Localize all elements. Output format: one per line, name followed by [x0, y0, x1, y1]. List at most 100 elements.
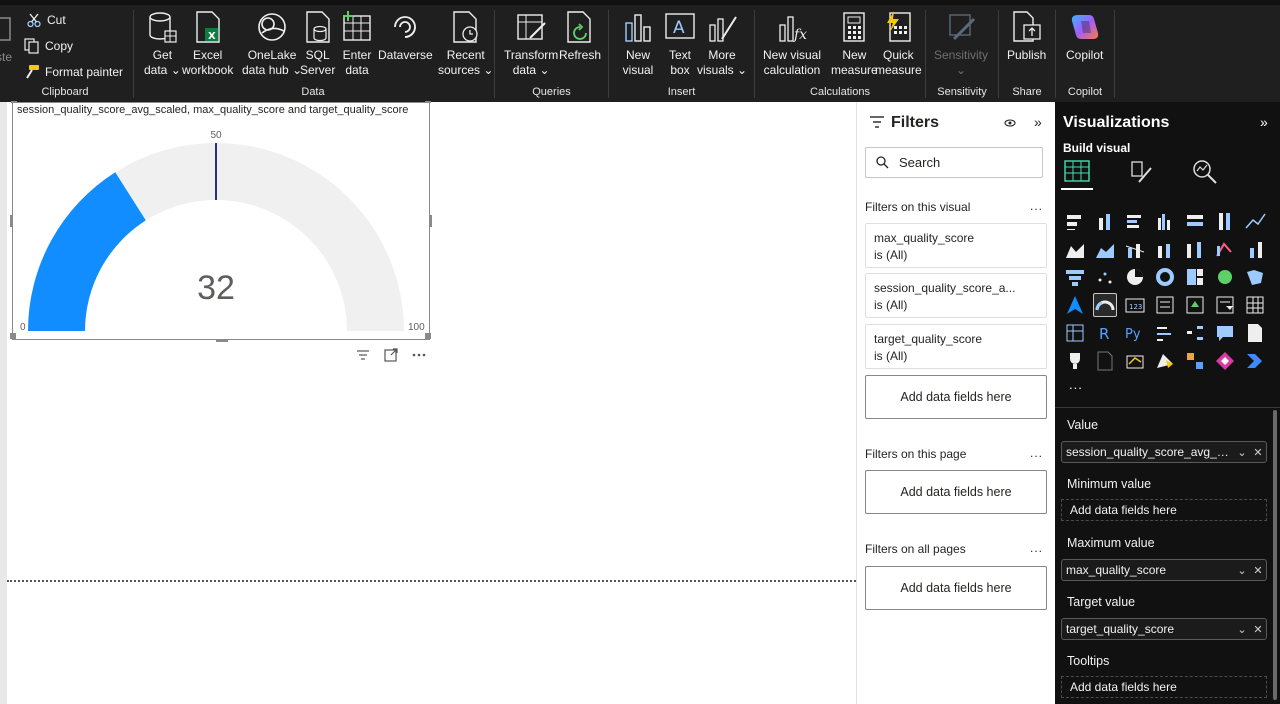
resize-handle[interactable] — [10, 333, 16, 339]
r-visual-icon[interactable]: R — [1093, 321, 1117, 345]
filters-on-page-more[interactable]: ... — [1030, 446, 1043, 460]
decomposition-tree-icon[interactable] — [1183, 321, 1207, 345]
resize-handle[interactable] — [429, 215, 432, 227]
resize-handle[interactable] — [425, 333, 431, 339]
enter-data-button[interactable]: Enter data — [340, 10, 374, 78]
trophy-icon[interactable] — [1063, 349, 1087, 373]
close-icon[interactable]: ✕ — [1250, 623, 1266, 636]
paginated-report-icon[interactable] — [1093, 349, 1117, 373]
more-visuals-button[interactable]: More visuals ⌄ — [697, 10, 747, 78]
multi-row-card-icon[interactable] — [1153, 293, 1177, 317]
paste-button[interactable]: ste — [0, 12, 14, 65]
maximum-value-well-field[interactable]: max_quality_score ⌄ ✕ — [1061, 559, 1267, 581]
copilot-button[interactable]: Copilot — [1066, 10, 1103, 63]
key-influencers-icon[interactable] — [1153, 321, 1177, 345]
resize-handle[interactable] — [216, 339, 228, 342]
filter-card-target-quality-score[interactable]: target_quality_score is (All) — [865, 324, 1047, 369]
map-icon[interactable] — [1213, 265, 1237, 289]
power-apps-icon[interactable] — [1153, 349, 1177, 373]
filter-icon[interactable] — [356, 348, 370, 362]
refresh-button[interactable]: Refresh — [559, 10, 601, 63]
cut-button[interactable]: Cut — [26, 12, 66, 28]
line-chart-icon[interactable] — [1243, 209, 1267, 233]
format-visual-tab[interactable] — [1125, 158, 1157, 190]
collapse-pane-icon[interactable]: » — [1034, 114, 1042, 130]
minimum-value-drop-zone[interactable]: Add data fields here — [1061, 499, 1267, 521]
visual-filters-drop-zone[interactable]: Add data fields here — [865, 375, 1047, 419]
card-icon[interactable]: 123 — [1123, 293, 1147, 317]
new-visual-button[interactable]: New visual — [621, 10, 655, 78]
dataverse-button[interactable]: Dataverse — [378, 10, 433, 63]
resize-handle[interactable] — [10, 215, 13, 227]
copy-button[interactable]: Copy — [24, 38, 73, 54]
quick-measure-button[interactable]: Quick measure — [875, 10, 922, 78]
filled-map-icon[interactable] — [1243, 265, 1267, 289]
area-chart-icon[interactable] — [1063, 237, 1087, 261]
filters-search-input[interactable]: Search — [865, 147, 1043, 178]
build-visual-tab[interactable] — [1061, 158, 1093, 190]
sensitivity-button[interactable]: Sensitivity ⌄ — [934, 10, 988, 78]
all-pages-filters-drop-zone[interactable]: Add data fields here — [865, 566, 1047, 610]
matrix-icon[interactable] — [1063, 321, 1087, 345]
publish-button[interactable]: Publish — [1007, 10, 1046, 63]
new-visual-calculation-button[interactable]: fx New visual calculation — [763, 10, 821, 78]
donut-icon[interactable] — [1153, 265, 1177, 289]
filters-on-all-pages-more[interactable]: ... — [1030, 541, 1043, 555]
clustered-column-icon[interactable] — [1153, 209, 1177, 233]
table-icon[interactable] — [1243, 293, 1267, 317]
azure-map-icon[interactable] — [1063, 293, 1087, 317]
page-filters-drop-zone[interactable]: Add data fields here — [865, 470, 1047, 514]
close-icon[interactable]: ✕ — [1250, 446, 1266, 459]
100-bar-icon[interactable] — [1183, 209, 1207, 233]
stacked-column-icon[interactable] — [1093, 209, 1117, 233]
waterfall-icon[interactable] — [1213, 237, 1237, 261]
resize-handle[interactable] — [11, 101, 17, 103]
line-column-icon[interactable] — [1123, 237, 1147, 261]
stacked-area-icon[interactable] — [1093, 237, 1117, 261]
recent-sources-button[interactable]: Recent sources ⌄ — [438, 10, 493, 78]
collapse-pane-icon[interactable]: » — [1260, 114, 1268, 130]
chevron-down-icon[interactable]: ⌄ — [1234, 446, 1250, 459]
pie-icon[interactable] — [1123, 265, 1147, 289]
filters-on-visual-more[interactable]: ... — [1030, 199, 1043, 213]
filter-card-session-quality-score[interactable]: session_quality_score_a... is (All) — [865, 273, 1047, 318]
chevron-down-icon[interactable]: ⌄ — [1234, 564, 1250, 577]
funnel-bar-icon[interactable] — [1243, 237, 1267, 261]
new-measure-button[interactable]: New measure — [831, 10, 878, 78]
slicer-icon[interactable] — [1213, 293, 1237, 317]
value-well-field[interactable]: session_quality_score_avg_scal... ⌄ ✕ — [1061, 441, 1267, 463]
eye-icon[interactable] — [1004, 116, 1016, 134]
line-stacked-column-icon[interactable] — [1153, 237, 1177, 261]
chevron-down-icon[interactable]: ⌄ — [1234, 623, 1250, 636]
transform-data-button[interactable]: Transform data ⌄ — [504, 10, 558, 78]
onelake-button[interactable]: OneLake data hub ⌄ — [242, 10, 302, 78]
scatter-icon[interactable] — [1093, 265, 1117, 289]
power-automate-icon[interactable] — [1183, 349, 1207, 373]
target-value-well-field[interactable]: target_quality_score ⌄ ✕ — [1061, 618, 1267, 640]
funnel-icon[interactable] — [1063, 265, 1087, 289]
narrative-icon[interactable] — [1243, 321, 1267, 345]
sql-server-button[interactable]: SQL Server — [300, 10, 335, 78]
python-visual-icon[interactable]: Py — [1123, 321, 1147, 345]
more-visual-types[interactable]: ... — [1069, 377, 1083, 392]
viz-pane-scrollbar[interactable] — [1273, 410, 1277, 700]
stacked-bar-icon[interactable] — [1063, 209, 1087, 233]
analytics-tab[interactable] — [1189, 158, 1221, 190]
excel-workbook-button[interactable]: X Excel workbook — [182, 10, 233, 78]
100-column-icon[interactable] — [1213, 209, 1237, 233]
filter-card-max-quality-score[interactable]: max_quality_score is (All) — [865, 223, 1047, 268]
metrics-icon[interactable] — [1123, 349, 1147, 373]
more-options-icon[interactable] — [412, 348, 426, 362]
tooltips-drop-zone[interactable]: Add data fields here — [1061, 676, 1267, 698]
power-apps-diamond-icon[interactable] — [1213, 349, 1237, 373]
resize-handle[interactable] — [425, 101, 431, 103]
automate-arrow-icon[interactable] — [1243, 349, 1267, 373]
gauge-visual[interactable]: session_quality_score_avg_scaled, max_qu… — [10, 101, 432, 342]
gauge-icon[interactable] — [1093, 293, 1117, 317]
close-icon[interactable]: ✕ — [1250, 564, 1266, 577]
ribbon-chart-icon[interactable] — [1183, 237, 1207, 261]
kpi-icon[interactable] — [1183, 293, 1207, 317]
qa-icon[interactable] — [1213, 321, 1237, 345]
clustered-bar-icon[interactable] — [1123, 209, 1147, 233]
treemap-icon[interactable] — [1183, 265, 1207, 289]
